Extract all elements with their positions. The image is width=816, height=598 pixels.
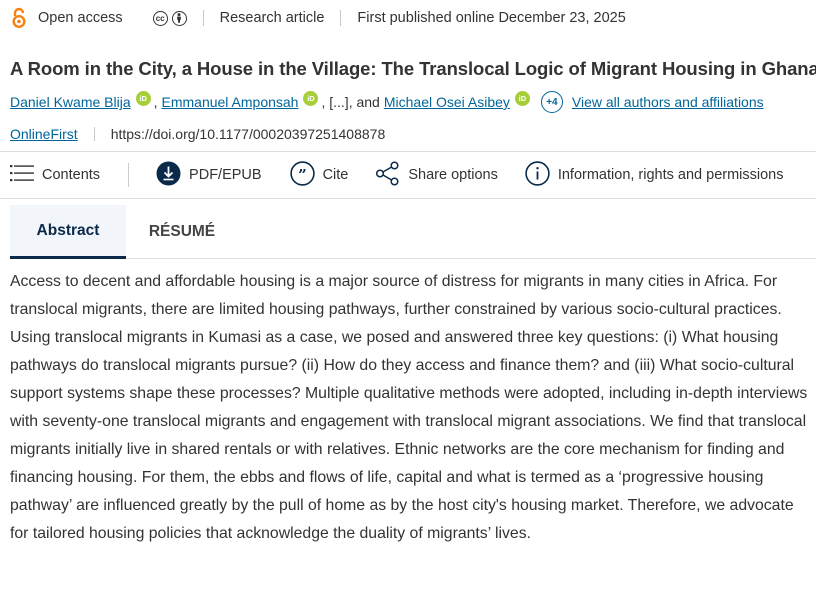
authors-ellipsis: , [...], and <box>321 94 380 110</box>
divider <box>93 127 95 141</box>
author-link-asibey[interactable]: Michael Osei Asibey <box>384 94 510 110</box>
doi-text[interactable]: https://doi.org/10.1177/0002039725140887… <box>111 126 386 142</box>
hamburger-menu-icon <box>10 163 42 187</box>
abstract-tabs: Abstract RÉSUMÉ <box>10 205 816 259</box>
orcid-icon[interactable]: iD <box>135 90 151 106</box>
license-icons[interactable]: cc <box>152 10 187 26</box>
cite-label: Cite <box>322 167 349 183</box>
cite-button[interactable]: ” Cite <box>289 160 349 190</box>
quote-icon: ” <box>289 160 323 190</box>
article-type: Research article <box>219 10 325 26</box>
info-label: Information, rights and permissions <box>557 167 784 183</box>
tab-bar-line <box>238 205 816 259</box>
publication-info: OnlineFirst https://doi.org/10.1177/0002… <box>10 124 385 144</box>
tab-abstract[interactable]: Abstract <box>10 205 126 259</box>
more-authors-button[interactable]: +4 <box>540 91 563 113</box>
creative-commons-icon: cc <box>152 10 168 26</box>
article-title: A Room in the City, a House in the Villa… <box>10 58 816 80</box>
contents-button[interactable]: Contents <box>10 163 100 187</box>
divider <box>202 10 204 26</box>
author-separator: , <box>153 94 158 110</box>
orcid-icon[interactable]: iD <box>514 90 530 106</box>
open-access-lock-icon <box>10 7 28 29</box>
pdf-epub-button[interactable]: PDF/EPUB <box>156 161 262 190</box>
attribution-icon <box>171 10 187 26</box>
open-access-label: Open access <box>38 10 123 26</box>
online-first-link[interactable]: OnlineFirst <box>10 126 78 142</box>
published-date: First published online December 23, 2025 <box>357 10 626 26</box>
svg-text:”: ” <box>298 166 307 184</box>
tab-resume[interactable]: RÉSUMÉ <box>126 205 238 259</box>
download-icon <box>156 161 189 190</box>
share-icon <box>375 160 408 190</box>
author-list: Daniel Kwame Blija iD , Emmanuel Amponsa… <box>10 90 764 114</box>
toolbar-divider <box>128 163 130 187</box>
information-rights-button[interactable]: Information, rights and permissions <box>525 160 784 190</box>
contents-label: Contents <box>42 167 101 183</box>
share-label: Share options <box>408 167 498 183</box>
author-link-amponsah[interactable]: Emmanuel Amponsah <box>162 94 299 110</box>
info-icon <box>525 160 558 190</box>
share-options-button[interactable]: Share options <box>375 160 498 190</box>
pdf-label: PDF/EPUB <box>189 167 262 183</box>
article-meta: Open access cc Research article First pu… <box>10 7 626 29</box>
orcid-icon[interactable]: iD <box>303 90 319 106</box>
article-toolbar: Contents PDF/EPUB ” Cite Share options I… <box>0 151 816 199</box>
author-link-blija[interactable]: Daniel Kwame Blija <box>10 94 131 110</box>
divider <box>340 10 342 26</box>
abstract-text: Access to decent and affordable housing … <box>10 273 808 542</box>
view-all-authors-link[interactable]: View all authors and affiliations <box>572 94 764 110</box>
